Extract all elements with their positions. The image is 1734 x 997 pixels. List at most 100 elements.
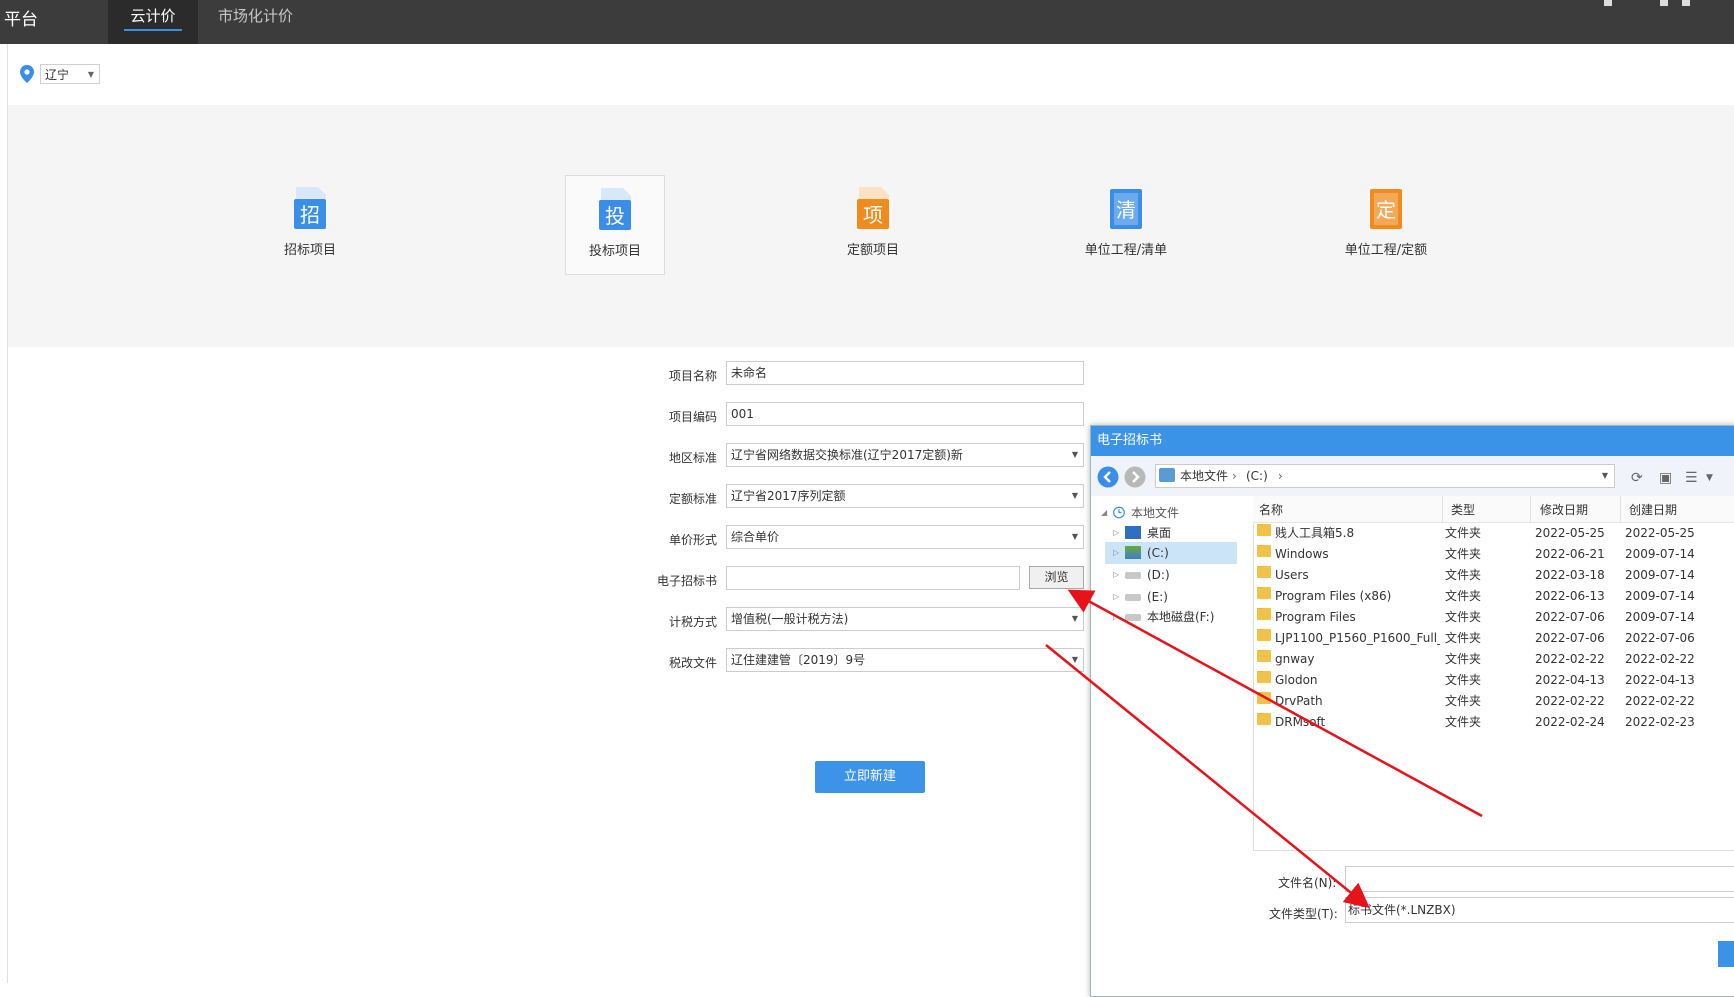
tax-doc-select[interactable]: 辽住建建管〔2019〕9号 ▼ — [726, 648, 1084, 672]
tree-item-drive-c[interactable]: ▷ (C:) — [1105, 542, 1237, 564]
quota-project-icon: 项 — [853, 185, 893, 231]
file-type: 文件夹 — [1445, 694, 1482, 708]
file-created: 2009-07-14 — [1625, 568, 1695, 582]
address-current[interactable]: (C:) — [1246, 465, 1268, 487]
new-folder-icon[interactable]: ▣ — [1659, 470, 1672, 486]
address-path[interactable]: 本地文件 › (C:) › ▼ — [1155, 464, 1615, 488]
file-modified: 2022-06-21 — [1535, 547, 1605, 561]
column-header-type[interactable]: 类型 — [1451, 501, 1475, 518]
file-created: 2022-02-23 — [1625, 715, 1695, 729]
project-type-tender[interactable]: 招 招标项目 — [260, 175, 360, 275]
view-options-icon[interactable]: ☰ — [1685, 470, 1698, 486]
file-name: DrvPath — [1275, 694, 1323, 708]
dropdown-arrow-icon: ▼ — [1071, 614, 1078, 623]
project-name-input[interactable]: 未命名 — [726, 361, 1084, 385]
create-now-button[interactable]: 立即新建 — [815, 761, 925, 793]
file-row[interactable]: DrvPath 文件夹 2022-02-22 2022-02-22 — [1253, 692, 1734, 713]
file-created: 2009-07-14 — [1625, 589, 1695, 603]
tab-market-pricing[interactable]: 市场化计价 — [198, 0, 313, 44]
address-separator: › — [1232, 469, 1237, 483]
filename-input[interactable] — [1345, 866, 1734, 892]
file-row[interactable]: gnway 文件夹 2022-02-22 2022-02-22 — [1253, 650, 1734, 671]
region-selector: 辽宁 ▼ — [20, 63, 100, 85]
expand-icon[interactable]: ▷ — [1113, 606, 1119, 628]
browse-button[interactable]: 浏览 — [1029, 566, 1084, 589]
file-type: 文件夹 — [1445, 673, 1482, 687]
refresh-icon[interactable]: ⟳ — [1631, 470, 1643, 486]
file-row[interactable]: DRMsoft 文件夹 2022-02-24 2022-02-23 — [1253, 713, 1734, 734]
maximize-icon[interactable] — [1682, 0, 1690, 6]
file-row[interactable]: Glodon 文件夹 2022-04-13 2022-04-13 — [1253, 671, 1734, 692]
tree-item-desktop[interactable]: ▷ 桌面 — [1091, 522, 1253, 544]
form-row-price-form: 单价形式 综合单价 ▼ — [620, 525, 1085, 551]
svg-text:定: 定 — [1376, 198, 1396, 222]
project-type-quota[interactable]: 项 定额项目 — [823, 175, 923, 275]
folder-tree: ◢ 本地文件 ▷ 桌面 ▷ (C:) ▷ (D:) ▷ (E:) ▷ 本地磁盘(… — [1091, 496, 1254, 972]
back-icon[interactable] — [1097, 466, 1119, 488]
dialog-address-bar: 本地文件 › (C:) › ▼ ⟳ ▣ ☰ ▼ — [1091, 456, 1734, 496]
column-header-name[interactable]: 名称 — [1259, 501, 1283, 518]
view-dropdown-icon[interactable]: ▼ — [1706, 473, 1713, 483]
dropdown-arrow-icon: ▼ — [1071, 450, 1078, 459]
file-row[interactable]: Program Files (x86) 文件夹 2022-06-13 2009-07-… — [1253, 587, 1734, 608]
tree-item-drive-e[interactable]: ▷ (E:) — [1091, 586, 1253, 608]
field-label: 税改文件 — [668, 656, 717, 670]
tree-item-local-files[interactable]: ◢ 本地文件 — [1091, 502, 1253, 524]
tree-item-drive-d[interactable]: ▷ (D:) — [1091, 564, 1253, 586]
file-row[interactable]: 贱人工具箱5.8 文件夹 2022-05-25 2022-05-25 — [1253, 524, 1734, 545]
file-type: 文件夹 — [1445, 589, 1482, 603]
file-row[interactable]: LJP1100_P1560_P1600_Full_So... 文件夹 2022-07… — [1253, 629, 1734, 650]
file-row[interactable]: Windows 文件夹 2022-06-21 2009-07-14 — [1253, 545, 1734, 566]
select-value: 辽宁省网络数据交换标准(辽宁2017定额)新 — [731, 448, 963, 462]
price-form-select[interactable]: 综合单价 ▼ — [726, 525, 1084, 549]
file-created: 2022-02-22 — [1625, 694, 1695, 708]
column-divider[interactable] — [1442, 496, 1443, 522]
file-name: Users — [1275, 568, 1309, 582]
column-header-modified[interactable]: 修改日期 — [1540, 501, 1588, 518]
folder-icon — [1257, 692, 1271, 704]
project-type-unit-quota[interactable]: 定 单位工程/定额 — [1326, 175, 1446, 275]
collapse-icon[interactable]: ◢ — [1101, 502, 1107, 524]
project-code-input[interactable]: 001 — [726, 402, 1084, 426]
expand-icon[interactable]: ▷ — [1113, 564, 1119, 586]
forward-icon[interactable] — [1124, 466, 1146, 488]
file-name: DRMsoft — [1275, 715, 1326, 729]
region-dropdown[interactable]: 辽宁 ▼ — [40, 64, 100, 84]
tax-method-select[interactable]: 增值税(一般计税方法) ▼ — [726, 607, 1084, 631]
file-name: Program Files — [1275, 610, 1356, 624]
file-type: 文件夹 — [1445, 610, 1482, 624]
field-label: 电子招标书 — [656, 574, 717, 588]
file-type: 文件夹 — [1445, 568, 1482, 582]
file-modified: 2022-02-22 — [1535, 652, 1605, 666]
quota-standard-select[interactable]: 辽宁省2017序列定额 ▼ — [726, 484, 1084, 508]
expand-icon[interactable]: ▷ — [1113, 522, 1119, 544]
open-button[interactable] — [1718, 941, 1734, 967]
region-standard-select[interactable]: 辽宁省网络数据交换标准(辽宁2017定额)新 ▼ — [726, 443, 1084, 467]
address-dropdown-icon[interactable]: ▼ — [1602, 465, 1608, 487]
e-tender-file-input[interactable] — [726, 566, 1020, 590]
minimize-icon[interactable] — [1604, 0, 1612, 6]
project-type-label: 单位工程/定额 — [1344, 243, 1428, 258]
field-label: 项目名称 — [668, 369, 717, 383]
expand-icon[interactable]: ▷ — [1113, 542, 1119, 564]
unit-quota-icon: 定 — [1366, 185, 1406, 231]
file-name: Windows — [1275, 547, 1329, 561]
expand-icon[interactable]: ▷ — [1113, 586, 1119, 608]
folder-icon — [1257, 608, 1271, 620]
column-header-created[interactable]: 创建日期 — [1629, 501, 1677, 518]
folder-icon — [1257, 545, 1271, 557]
address-root[interactable]: 本地文件 — [1180, 465, 1228, 487]
tab-cloud-pricing[interactable]: 云计价 — [108, 0, 198, 44]
brand-title: 平台 — [4, 10, 38, 30]
project-type-bid[interactable]: 投 投标项目 — [565, 175, 665, 275]
tree-item-drive-f[interactable]: ▷ 本地磁盘(F:) — [1091, 606, 1253, 628]
column-divider[interactable] — [1530, 496, 1531, 522]
project-type-unit-list[interactable]: 清 单位工程/清单 — [1066, 175, 1186, 275]
filetype-select[interactable]: 标书文件(*.LNZBX) — [1345, 897, 1734, 923]
folder-icon — [1257, 629, 1271, 641]
file-row[interactable]: Users 文件夹 2022-03-18 2009-07-14 — [1253, 566, 1734, 587]
file-row[interactable]: Program Files 文件夹 2022-07-06 2009-07-14 — [1253, 608, 1734, 629]
tree-item-label: (E:) — [1147, 590, 1168, 604]
restore-icon[interactable] — [1660, 0, 1668, 6]
column-divider[interactable] — [1620, 496, 1621, 522]
